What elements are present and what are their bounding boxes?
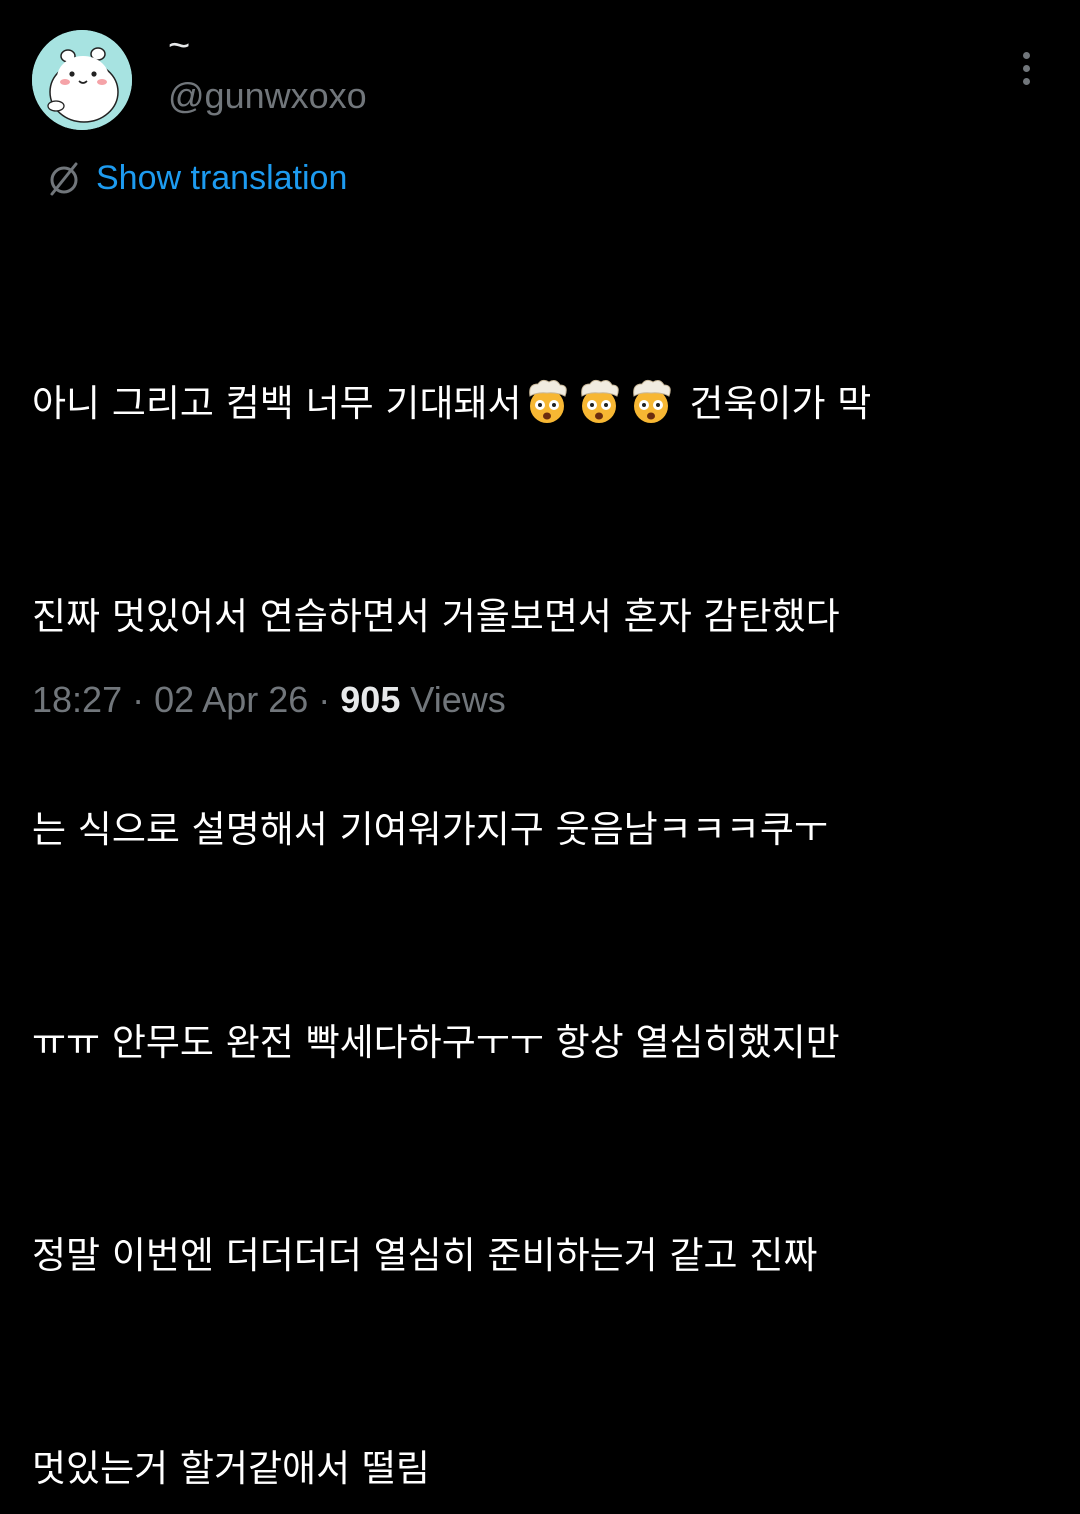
tweet-text: 아니 그리고 컴백 너무 기대돼서 건욱이가 막 진짜 멋있어서 연습하면서 거… xyxy=(32,226,1052,1514)
views-count[interactable]: 905 xyxy=(340,679,400,720)
tweet-text-line: 아니 그리고 컴백 너무 기대돼서 xyxy=(32,382,522,425)
display-name[interactable]: ~ xyxy=(168,26,190,66)
tweet-line-1: 아니 그리고 컴백 너무 기대돼서 건욱이가 막 xyxy=(32,368,1052,439)
views-label: Views xyxy=(410,679,506,720)
tweet-line-3: 는 식으로 설명해서 기여워가지구 웃음남ㅋㅋㅋ쿠ㅜ xyxy=(32,808,828,851)
more-vertical-icon xyxy=(1008,52,1044,85)
exploding-head-emoji xyxy=(580,379,619,423)
tweet-metadata: 18:27 · 02 Apr 26 · 905 Views xyxy=(32,678,506,722)
tweet-line-5: 정말 이번엔 더더더더 열심히 준비하는거 같고 진짜 xyxy=(32,1234,818,1277)
tweet-line-2: 진짜 멋있어서 연습하면서 거울보면서 혼자 감탄했다 xyxy=(32,595,840,638)
exploding-head-emoji xyxy=(632,379,671,423)
show-translation-label: Show translation xyxy=(96,158,348,197)
avatar[interactable] xyxy=(32,30,132,130)
hamster-character-avatar xyxy=(32,30,132,130)
exploding-head-emoji xyxy=(528,379,567,423)
tweet-date[interactable]: 02 Apr 26 xyxy=(154,679,308,720)
user-handle[interactable]: @gunwxoxo xyxy=(168,76,367,116)
separator: · xyxy=(132,679,145,720)
more-options-button[interactable] xyxy=(1008,46,1044,96)
tweet-time[interactable]: 18:27 xyxy=(32,679,122,720)
show-translation-link[interactable]: Show translation xyxy=(44,156,347,200)
tweet-text-line: 건욱이가 막 xyxy=(689,382,872,425)
tweet-line-4: ㅠㅠ 안무도 완전 빡세다하구ㅜㅜ 항상 열심히했지만 xyxy=(32,1021,840,1064)
translate-globe-icon xyxy=(50,162,78,196)
separator: · xyxy=(318,679,331,720)
tweet-line-6: 멋있는거 할거같애서 떨림 xyxy=(32,1447,430,1490)
emoji-group xyxy=(522,376,678,447)
